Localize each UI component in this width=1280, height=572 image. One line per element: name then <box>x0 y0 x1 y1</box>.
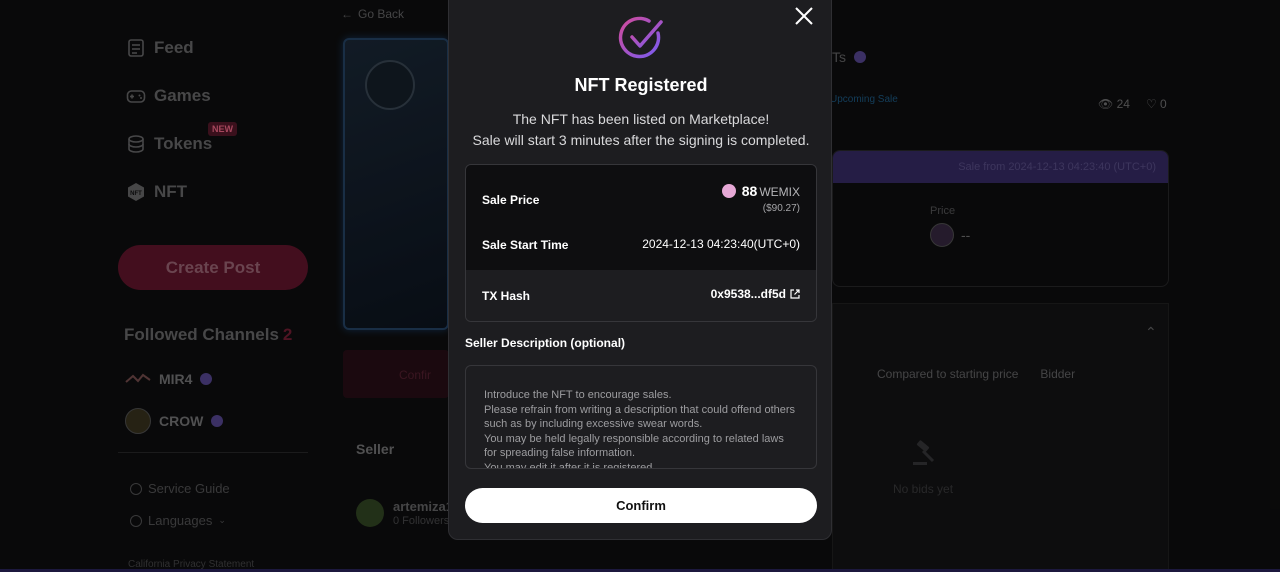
external-link-icon <box>790 289 800 299</box>
tx-hash-value: 0x9538...df5d <box>710 287 786 301</box>
close-icon[interactable] <box>792 4 816 28</box>
tx-hash-link[interactable]: 0x9538...df5d <box>711 287 800 301</box>
sale-price-label: Sale Price <box>482 193 540 207</box>
start-time-label: Sale Start Time <box>482 238 569 252</box>
sale-details-top: Sale Price 88 WEMIX ($90.27) Sale Start T… <box>466 165 816 270</box>
page: Feed Games Tokens NEW NFT NFT Create Pos… <box>0 0 1280 572</box>
sale-price-currency: WEMIX <box>759 185 800 199</box>
wemix-token-icon <box>721 184 736 198</box>
start-time-value: 2024-12-13 04:23:40(UTC+0) <box>642 237 800 251</box>
seller-description-textarea[interactable]: Introduce the NFT to encourage sales. Pl… <box>465 365 817 469</box>
modal-message: The NFT has been listed on Marketplace! … <box>449 109 833 151</box>
seller-description-placeholder: Introduce the NFT to encourage sales. Pl… <box>484 389 796 469</box>
modal-title: NFT Registered <box>574 75 708 95</box>
nft-registered-modal: NFT Registered The NFT has been listed o… <box>448 0 832 540</box>
sale-price-block: 88 WEMIX ($90.27) <box>721 183 800 214</box>
sale-price-usd: ($90.27) <box>762 203 800 214</box>
modal-message-line1: The NFT has been listed on Marketplace! <box>512 111 770 127</box>
modal-message-line2: Sale will start 3 minutes after the sign… <box>472 132 810 148</box>
sale-details-card: Sale Price 88 WEMIX ($90.27) Sale Start T… <box>465 164 817 322</box>
seller-description-label: Seller Description (optional) <box>465 336 626 350</box>
sale-price-value: 88 <box>741 183 758 199</box>
confirm-button[interactable]: Confirm <box>465 488 817 523</box>
check-circle-icon <box>618 16 663 59</box>
tx-row: TX Hash 0x9538...df5d <box>466 270 816 321</box>
tx-hash-label: TX Hash <box>482 289 531 303</box>
